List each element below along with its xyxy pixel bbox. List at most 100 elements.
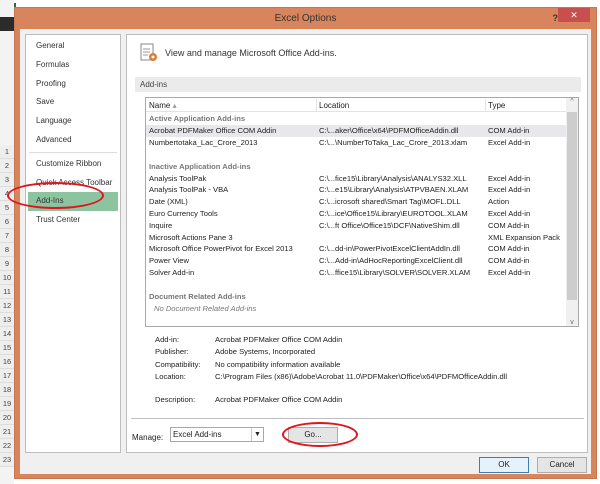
excel-row-number: 6 bbox=[0, 215, 14, 229]
excel-row-number: 14 bbox=[0, 327, 14, 341]
addin-name: Microsoft Office PowerPivot for Excel 20… bbox=[149, 244, 293, 254]
list-item[interactable]: Power View C:\...Add-in\AdHocReportingExc… bbox=[146, 255, 566, 267]
close-button[interactable]: ✕ bbox=[558, 8, 590, 22]
addin-type: COM Add-in bbox=[488, 244, 530, 254]
addin-type: COM Add-in bbox=[488, 256, 530, 266]
nav-item-general[interactable]: General bbox=[28, 37, 118, 56]
list-item[interactable]: Date (XML) C:\...icrosoft shared\Smart Ta… bbox=[146, 196, 566, 208]
scrollbar-thumb[interactable] bbox=[567, 112, 577, 300]
detail-value: Acrobat PDFMaker Office COM Addin bbox=[215, 395, 343, 404]
nav-item-trust-center[interactable]: Trust Center bbox=[28, 211, 118, 230]
addin-name: Power View bbox=[149, 256, 189, 266]
nav-item-customize-ribbon[interactable]: Customize Ribbon bbox=[28, 155, 118, 174]
addins-list[interactable]: Name ▴ Location Type ^ v Active Applicat… bbox=[145, 97, 579, 327]
addin-name: Microsoft Actions Pane 3 bbox=[149, 232, 233, 242]
excel-row-number: 5 bbox=[0, 201, 14, 215]
nav-item-formulas[interactable]: Formulas bbox=[28, 56, 118, 75]
addin-name: Analysis ToolPak - VBA bbox=[149, 185, 229, 195]
addin-name: Numbertotaka_Lac_Crore_2013 bbox=[149, 137, 258, 147]
detail-label: Compatibility: bbox=[155, 360, 201, 369]
detail-label: Description: bbox=[155, 395, 196, 404]
list-item[interactable]: Microsoft Actions Pane 3 XML Expansion Pa… bbox=[146, 232, 566, 244]
list-item[interactable]: Analysis ToolPak C:\...fice15\Library\Ana… bbox=[146, 173, 566, 185]
addin-location: C:\...ft Office\Office15\DCF\NativeShim.… bbox=[319, 220, 460, 230]
list-item[interactable]: Inquire C:\...ft Office\Office15\DCF\Nati… bbox=[146, 220, 566, 232]
excel-row-number: 3 bbox=[0, 173, 14, 187]
excel-row-number: 1 bbox=[0, 145, 14, 159]
detail-value: Acrobat PDFMaker Office COM Addin bbox=[215, 335, 343, 344]
excel-row-number: 19 bbox=[0, 397, 14, 411]
empty-message: No Document Related Add-ins bbox=[146, 303, 566, 315]
manage-label: Manage: bbox=[132, 433, 164, 442]
list-item[interactable]: Numbertotaka_Lac_Crore_2013 C:\...\Number… bbox=[146, 137, 566, 149]
addin-location: C:\...fice15\Library\Analysis\ANALYS32.X… bbox=[319, 173, 467, 183]
addin-type: Excel Add-in bbox=[488, 209, 531, 218]
list-scrollbar[interactable]: ^ v bbox=[566, 98, 578, 326]
addin-type: Excel Add-in bbox=[488, 185, 531, 195]
group-title: Document Related Add-ins bbox=[149, 291, 246, 301]
excel-row-number: 23 bbox=[0, 453, 14, 467]
addin-location: C:\...ffice15\Library\SOLVER\SOLVER.XLAM bbox=[319, 268, 471, 277]
addin-name: Date (XML) bbox=[149, 197, 188, 207]
excel-row-number: 9 bbox=[0, 257, 14, 271]
nav-item-save[interactable]: Save bbox=[28, 93, 118, 112]
list-item[interactable]: Solver Add-in C:\...ffice15\Library\SOLVE… bbox=[146, 267, 566, 279]
addin-name: Acrobat PDFMaker Office COM Addin bbox=[149, 126, 277, 135]
excel-ribbon-tab bbox=[0, 17, 14, 31]
list-item[interactable]: Acrobat PDFMaker Office COM Addin C:\...a… bbox=[146, 125, 566, 137]
detail-label: Publisher: bbox=[155, 347, 189, 356]
nav-item-language[interactable]: Language bbox=[28, 112, 118, 131]
excel-row-number: 10 bbox=[0, 271, 14, 285]
addin-type: Action bbox=[488, 197, 510, 207]
addin-type: COM Add-in bbox=[488, 126, 530, 135]
addin-type: XML Expansion Pack bbox=[488, 232, 560, 242]
excel-row-number: 12 bbox=[0, 299, 14, 313]
divider bbox=[131, 418, 584, 419]
excel-row-number: 13 bbox=[0, 313, 14, 327]
addin-type: Excel Add-in bbox=[488, 268, 531, 277]
excel-row-number: 18 bbox=[0, 383, 14, 397]
excel-row-number: 7 bbox=[0, 229, 14, 243]
ok-button[interactable]: OK bbox=[479, 457, 529, 473]
list-item[interactable]: Euro Currency Tools C:\...ice\Office15\Li… bbox=[146, 208, 566, 220]
detail-label: Location: bbox=[155, 372, 186, 381]
excel-row-number: 16 bbox=[0, 355, 14, 369]
group-header: Active Application Add-ins bbox=[146, 113, 566, 125]
group-title: Active Application Add-ins bbox=[149, 114, 246, 123]
addin-location: C:\...ice\Office15\Library\EUROTOOL.XLAM bbox=[319, 209, 468, 218]
addin-type: Excel Add-in bbox=[488, 137, 531, 147]
list-item[interactable]: Microsoft Office PowerPivot for Excel 20… bbox=[146, 243, 566, 255]
excel-row-number: 21 bbox=[0, 425, 14, 439]
chevron-down-icon[interactable]: ▼ bbox=[251, 428, 263, 441]
group-header: Inactive Application Add-ins bbox=[146, 161, 566, 173]
excel-row-number: 15 bbox=[0, 341, 14, 355]
nav-separator bbox=[29, 151, 117, 153]
excel-row-number: 11 bbox=[0, 285, 14, 299]
excel-row-number: 17 bbox=[0, 369, 14, 383]
cancel-button[interactable]: Cancel bbox=[537, 457, 587, 473]
detail-value: C:\Program Files (x86)\Adobe\Acrobat 11.… bbox=[215, 372, 508, 381]
addin-name: Inquire bbox=[149, 220, 173, 230]
excel-row-number: 22 bbox=[0, 439, 14, 453]
addins-gear-icon bbox=[140, 43, 157, 61]
list-item[interactable]: Analysis ToolPak - VBA C:\...e15\Library\… bbox=[146, 184, 566, 196]
empty-text: No Document Related Add-ins bbox=[154, 303, 257, 313]
column-name[interactable]: Name ▴ bbox=[149, 99, 177, 112]
dialog-title: Excel Options bbox=[274, 13, 337, 24]
nav-item-proofing[interactable]: Proofing bbox=[28, 75, 118, 94]
nav-item-advanced[interactable]: Advanced bbox=[28, 131, 118, 150]
addin-type: Excel Add-in bbox=[488, 173, 531, 183]
column-headers: Name ▴ Location Type bbox=[146, 99, 566, 112]
excel-row-number: 20 bbox=[0, 411, 14, 425]
manage-select[interactable]: Excel Add-ins ▼ bbox=[170, 427, 264, 442]
addin-name: Analysis ToolPak bbox=[149, 173, 207, 183]
addins-panel: View and manage Microsoft Office Add-ins… bbox=[126, 34, 588, 453]
addin-location: C:\...icrosoft shared\Smart Tag\MOFL.DLL bbox=[319, 197, 461, 207]
excel-row-number: 2 bbox=[0, 159, 14, 173]
detail-value: Adobe Systems, Incorporated bbox=[215, 347, 316, 356]
header-text: View and manage Microsoft Office Add-ins… bbox=[165, 48, 337, 58]
addin-location: C:\...e15\Library\Analysis\ATPVBAEN.XLAM bbox=[319, 185, 469, 195]
column-type[interactable]: Type bbox=[488, 99, 505, 112]
column-location[interactable]: Location bbox=[319, 99, 349, 112]
annotation-circle-go bbox=[282, 422, 358, 447]
